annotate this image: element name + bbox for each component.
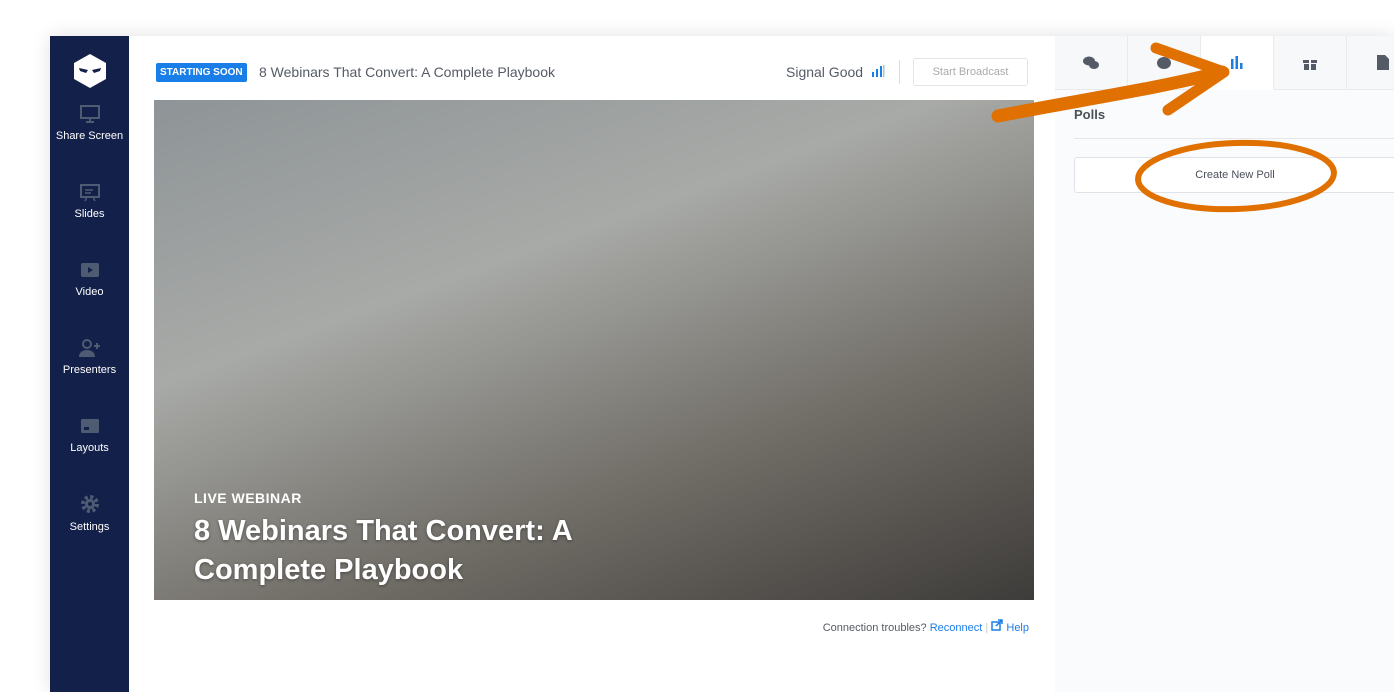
sidebar-item-presenters[interactable]: Presenters: [50, 338, 129, 376]
document-icon: [1377, 55, 1389, 70]
logo-icon: [74, 54, 106, 88]
status-badge: STARTING SOON: [156, 63, 247, 82]
start-broadcast-button[interactable]: Start Broadcast: [913, 58, 1028, 86]
signal-status: Signal Good: [786, 64, 885, 80]
share-screen-icon: [79, 105, 100, 123]
reconnect-link[interactable]: Reconnect: [930, 622, 983, 634]
slides-icon: [79, 184, 100, 202]
tab-polls[interactable]: [1201, 36, 1274, 90]
video-preview: LIVE WEBINAR 8 Webinars That Convert: A …: [154, 100, 1034, 600]
video-icon: [80, 263, 99, 277]
webinar-title: 8 Webinars That Convert: A Complete Play…: [259, 64, 555, 80]
tab-chat[interactable]: [1055, 36, 1128, 90]
sidebar-item-video[interactable]: Video: [50, 260, 129, 298]
sidebar-item-layouts[interactable]: Layouts: [50, 416, 129, 454]
layout-icon: [80, 419, 99, 433]
sidebar-item-slides[interactable]: Slides: [50, 182, 129, 220]
app-window: Share Screen Slides Video Presenters Lay…: [50, 36, 1394, 692]
panel-title: Polls: [1074, 107, 1106, 122]
tab-gifts[interactable]: [1274, 36, 1347, 90]
external-link-icon: [991, 619, 1004, 631]
right-panel: Polls Create New Poll: [1055, 36, 1394, 692]
chat-icon: [1083, 56, 1099, 69]
create-new-poll-button[interactable]: Create New Poll: [1074, 157, 1394, 193]
sidebar: Share Screen Slides Video Presenters Lay…: [50, 36, 129, 692]
tab-questions[interactable]: [1128, 36, 1201, 90]
video-label: LIVE WEBINAR: [194, 490, 302, 506]
divider: [899, 60, 900, 84]
divider: [1074, 138, 1394, 139]
connection-footer: Connection troubles? Reconnect | Help: [823, 619, 1029, 634]
video-title: 8 Webinars That Convert: A Complete Play…: [194, 515, 572, 586]
gift-icon: [1303, 59, 1317, 70]
gear-icon: [80, 495, 99, 513]
help-link[interactable]: Help: [1006, 622, 1029, 634]
tab-documents[interactable]: [1347, 36, 1394, 90]
signal-bars-icon: [871, 65, 885, 77]
polls-icon: [1231, 55, 1243, 69]
add-presenter-icon: [78, 339, 100, 357]
sidebar-item-settings[interactable]: Settings: [50, 493, 129, 533]
sidebar-item-share-screen[interactable]: Share Screen: [50, 104, 129, 142]
main-area: STARTING SOON 8 Webinars That Convert: A…: [129, 36, 1055, 692]
questions-icon: [1157, 56, 1171, 69]
